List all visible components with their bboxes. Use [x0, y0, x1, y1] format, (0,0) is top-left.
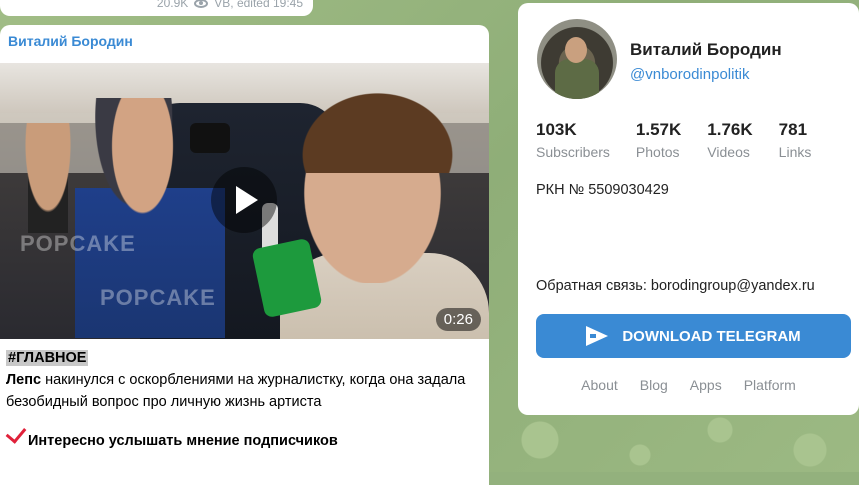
stat-label: Links [778, 144, 812, 160]
stat-label: Photos [635, 144, 680, 160]
video-watermark: POPCAKE [20, 231, 136, 256]
telegram-plane-icon [586, 326, 609, 346]
channel-username[interactable]: @vnborodinpolitik [630, 66, 749, 83]
stat-videos: 1.76K Videos [707, 120, 752, 160]
video-watermark: POPCAKE [100, 285, 216, 310]
check-icon [5, 422, 27, 444]
footer-link-platform[interactable]: Platform [744, 377, 796, 393]
stat-value: 1.76K [707, 120, 753, 139]
stat-value: 103K [536, 120, 577, 139]
stat-value: 781 [778, 120, 808, 139]
previous-post-footer: 20.9K VB, edited 19:45 [0, 0, 313, 16]
channel-name: Виталий Бородин [630, 40, 782, 59]
footer-link-about[interactable]: About [581, 377, 618, 393]
video-player[interactable]: POPCAKE POPCAKE 0:26 [0, 63, 489, 339]
stat-photos: 1.57K Photos [636, 120, 681, 160]
stat-label: Videos [707, 144, 750, 160]
post-cta: Интересно услышать мнение подписчиков [28, 433, 338, 449]
post-text-body: накинулся с оскорблениями на журналистку… [6, 372, 466, 410]
avatar [537, 19, 617, 99]
download-telegram-button[interactable]: DOWNLOAD TELEGRAM [536, 314, 851, 358]
play-icon[interactable] [211, 167, 277, 233]
stat-subscribers: 103K Subscribers [536, 120, 610, 160]
video-scene-camera [190, 123, 230, 153]
footer-link-apps[interactable]: Apps [690, 377, 722, 393]
stat-value: 1.57K [635, 120, 682, 139]
post-author[interactable]: Виталий Бородин [8, 33, 133, 49]
channel-info-card: Виталий Бородин @vnborodinpolitik 103K S… [518, 3, 859, 415]
view-count: 20.9K [156, 0, 189, 10]
stat-links: 781 Links [779, 120, 812, 160]
post-meta: VB, edited 19:45 [214, 0, 303, 10]
hashtag[interactable]: #ГЛАВНОЕ [6, 350, 89, 366]
eye-icon [194, 0, 209, 8]
post-text: #ГЛАВНОЕ Лепс накинулся с оскорблениями … [5, 347, 481, 452]
channel-description-feedback: Обратная связь: borodingroup@yandex.ru [536, 278, 815, 294]
channel-description-rkn: РКН № 5509030429 [536, 182, 669, 198]
footer-links: About Blog Apps Platform [518, 377, 859, 393]
channel-stats: 103K Subscribers 1.57K Photos 1.76K Vide… [536, 120, 837, 160]
post-text-bold: Лепс [6, 372, 42, 388]
download-telegram-label: DOWNLOAD TELEGRAM [622, 327, 801, 345]
channel-post: Виталий Бородин POPCAKE POPCAKE 0:26 #ГЛ… [0, 25, 489, 485]
footer-link-blog[interactable]: Blog [640, 377, 668, 393]
video-duration: 0:26 [435, 308, 481, 331]
stat-label: Subscribers [536, 144, 610, 160]
